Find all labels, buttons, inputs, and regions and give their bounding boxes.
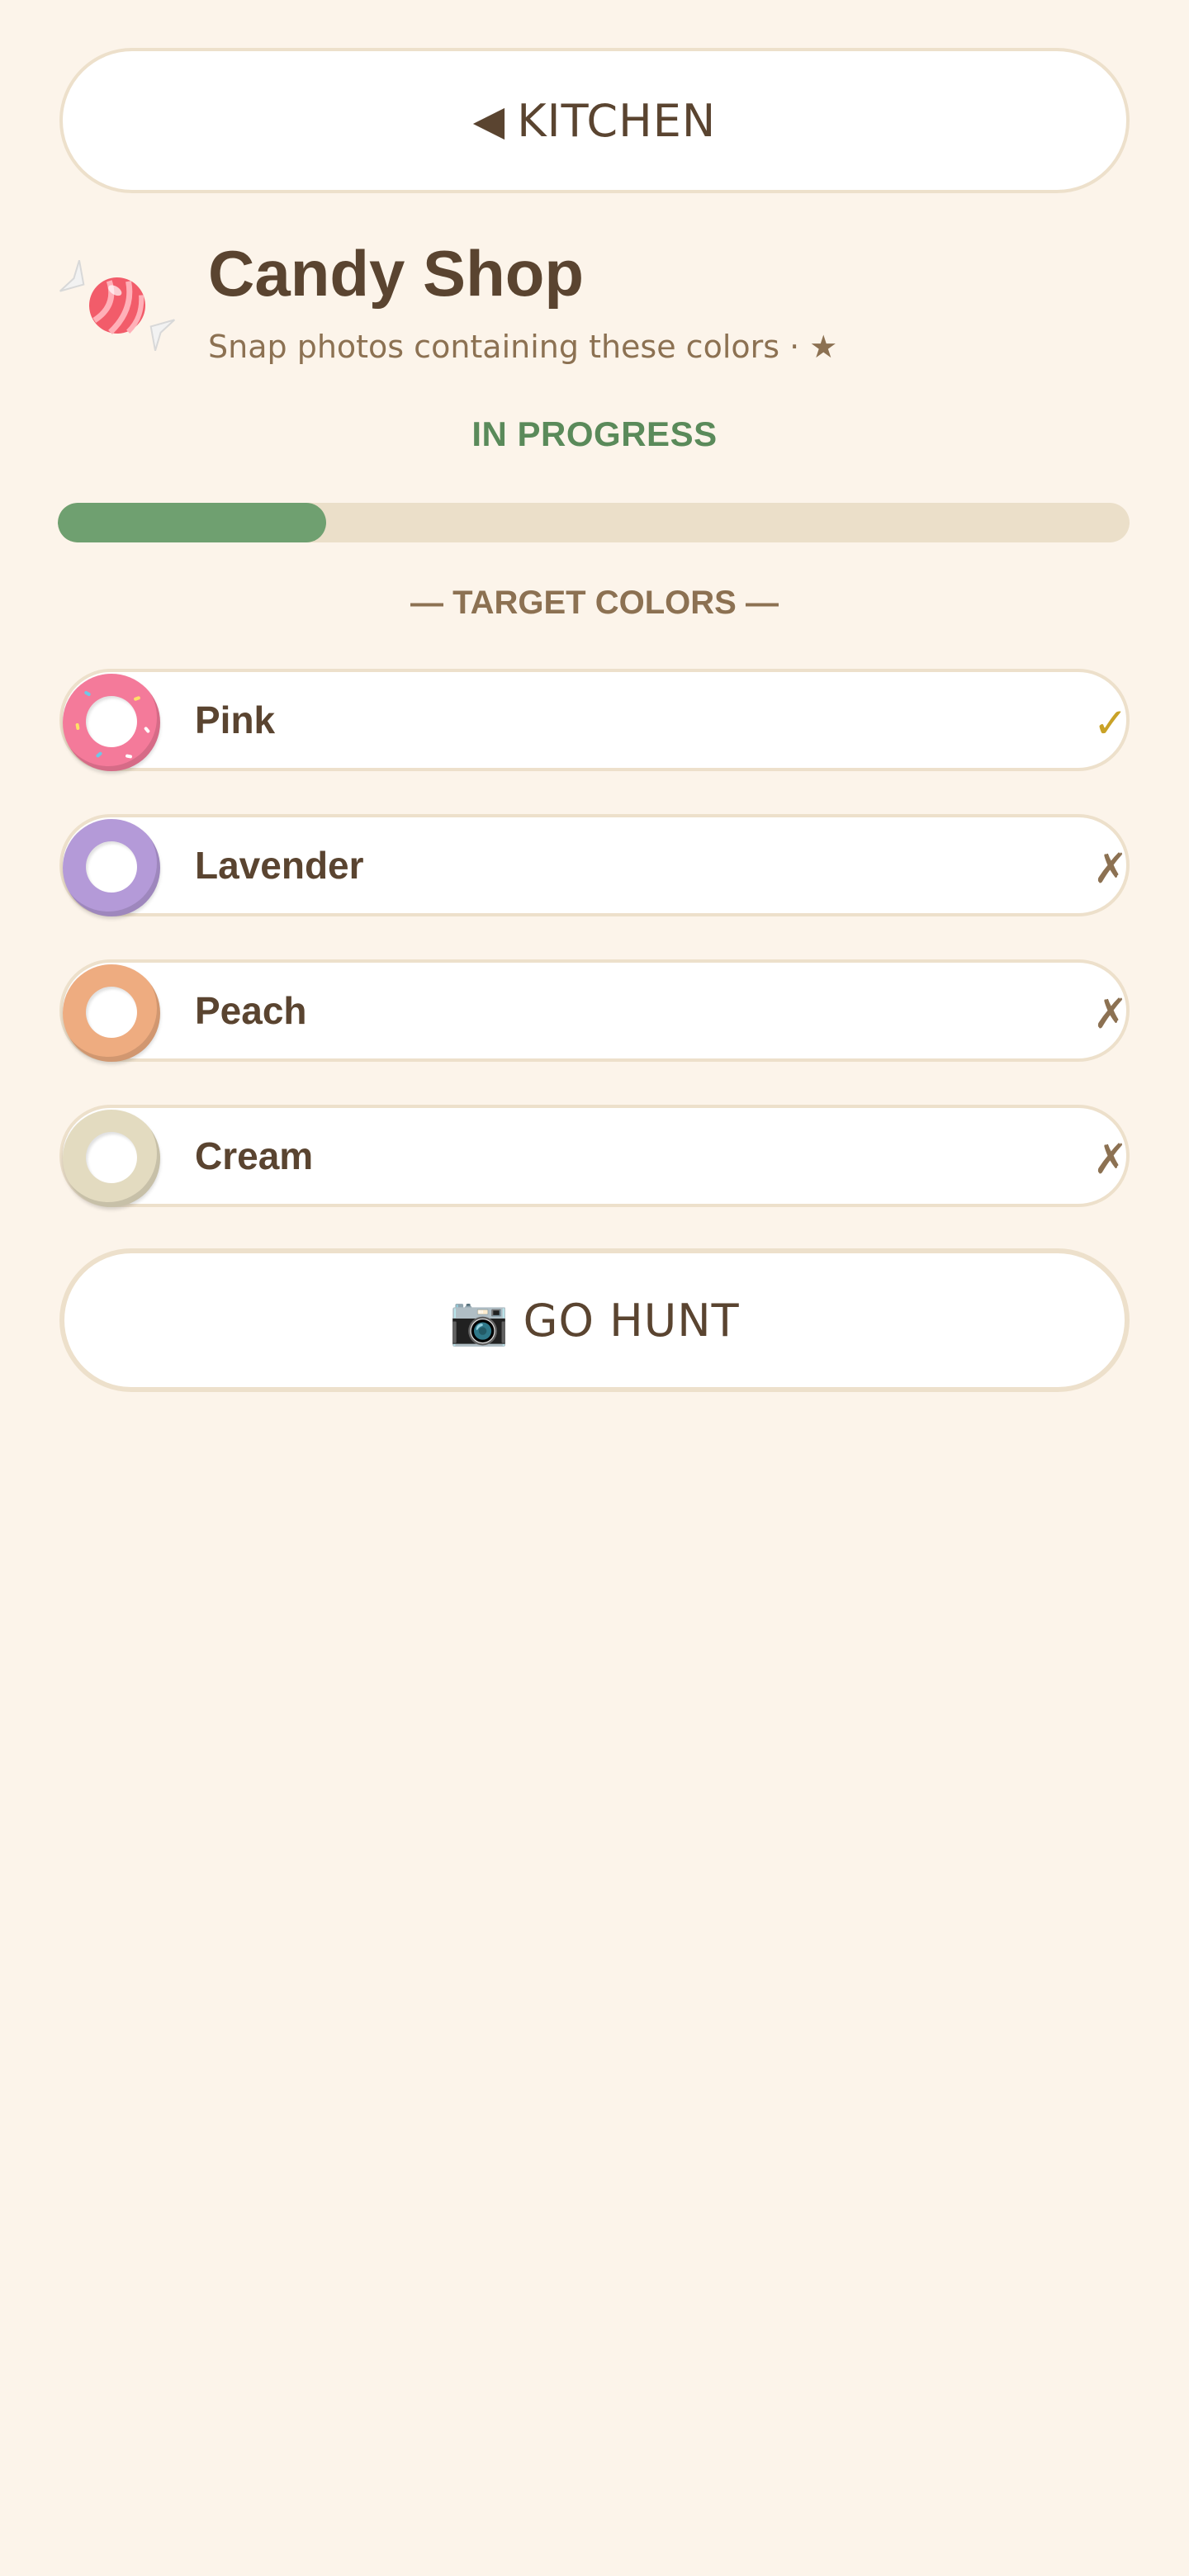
peach-donut-icon xyxy=(63,964,160,1062)
progress-fill xyxy=(58,503,326,542)
camera-icon: 📷 xyxy=(449,1291,510,1348)
level-title: Candy Shop xyxy=(208,237,585,310)
go-hunt-button[interactable]: 📷 GO HUNT xyxy=(59,1248,1130,1392)
back-arrow-icon: ◀ xyxy=(472,97,506,144)
level-header: Candy Shop Snap photos containing these … xyxy=(59,231,1130,380)
status-label: IN PROGRESS xyxy=(471,414,718,453)
back-button-label: KITCHEN xyxy=(517,94,717,147)
progress-bar xyxy=(58,503,1130,542)
color-row-pink[interactable]: Pink ✓ xyxy=(59,669,1130,771)
cream-donut-icon xyxy=(63,1110,160,1207)
target-colors-heading: — TARGET COLORS — xyxy=(410,585,779,621)
back-to-kitchen-button[interactable]: ◀ KITCHEN xyxy=(59,48,1130,193)
candy-shop-screen: ◀ KITCHEN Candy Shop Snap photos contain… xyxy=(0,0,1189,2576)
not-found-cross-icon: ✗ xyxy=(1093,845,1128,893)
found-check-icon: ✓ xyxy=(1093,699,1128,747)
candy-icon xyxy=(59,260,175,351)
go-hunt-label: GO HUNT xyxy=(523,1294,740,1347)
color-name: Pink xyxy=(195,698,276,741)
color-name: Cream xyxy=(195,1134,314,1177)
color-name: Lavender xyxy=(195,844,364,887)
color-row-lavender[interactable]: Lavender ✗ xyxy=(59,814,1130,916)
color-row-cream[interactable]: Cream ✗ xyxy=(59,1105,1130,1207)
color-row-peach[interactable]: Peach ✗ xyxy=(59,959,1130,1062)
color-name: Peach xyxy=(195,989,307,1032)
level-subtitle: Snap photos containing these colors · ★ xyxy=(208,329,838,365)
pink-donut-icon xyxy=(63,674,160,771)
not-found-cross-icon: ✗ xyxy=(1093,1135,1128,1183)
not-found-cross-icon: ✗ xyxy=(1093,990,1128,1038)
lavender-donut-icon xyxy=(63,819,160,916)
